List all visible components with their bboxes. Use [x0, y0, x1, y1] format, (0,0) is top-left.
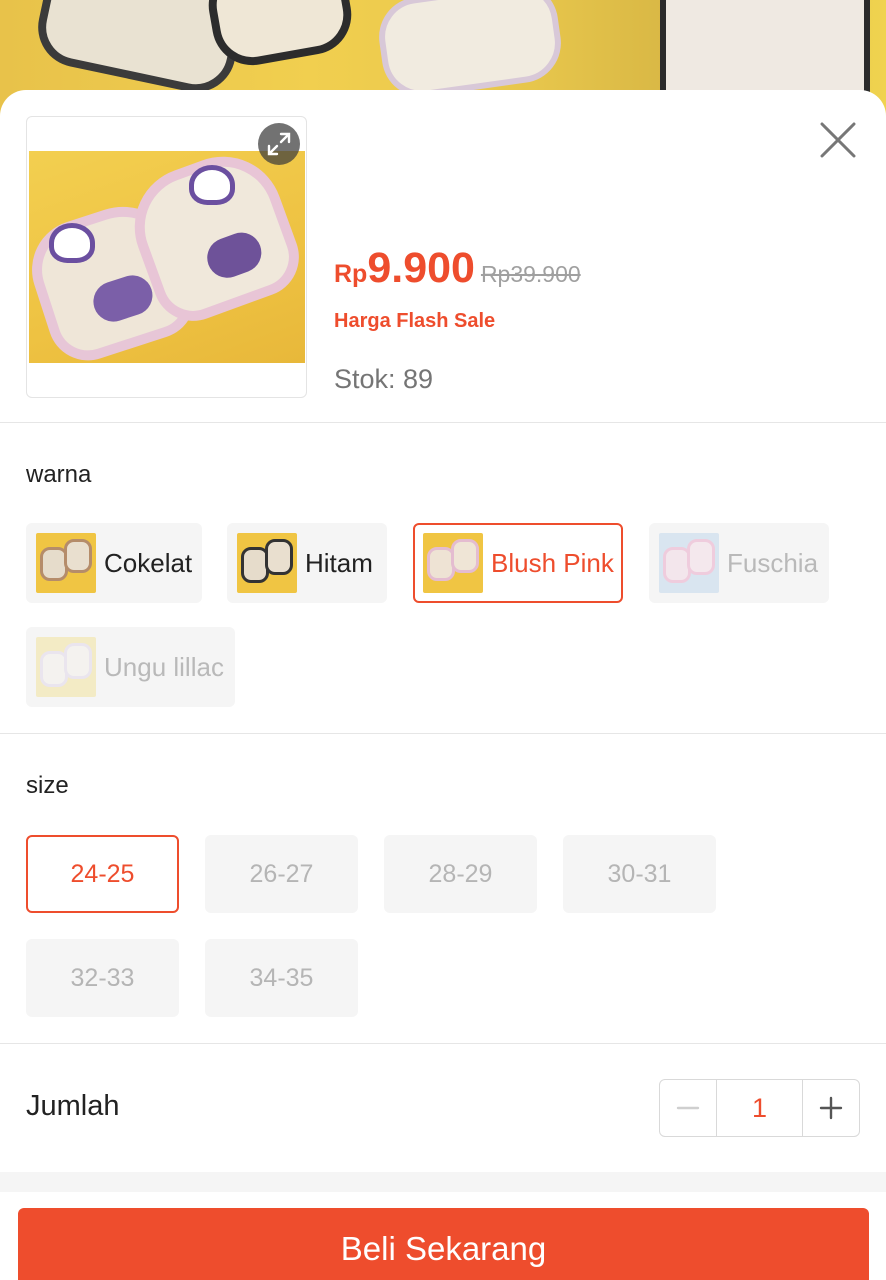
color-option-hitam[interactable]: Hitam: [227, 523, 387, 603]
stock-count: Stok: 89: [334, 364, 434, 394]
color-option-thumbnail: [36, 533, 96, 593]
size-option-30-31[interactable]: 30-31: [563, 835, 716, 913]
quantity-value[interactable]: 1: [716, 1080, 803, 1136]
expand-image-button[interactable]: [258, 123, 300, 165]
close-button[interactable]: [818, 120, 858, 160]
size-option-34-35[interactable]: 34-35: [205, 939, 358, 1017]
color-option-thumbnail: [659, 533, 719, 593]
quantity-label: Jumlah: [26, 1090, 120, 1122]
close-icon: [820, 122, 856, 158]
flash-sale-label: Harga Flash Sale: [334, 310, 496, 332]
background-shoe: [660, 0, 870, 100]
minus-icon: [676, 1106, 700, 1110]
color-option-thumbnail: [36, 637, 96, 697]
original-price: Rp39.900: [480, 261, 581, 287]
flash-sale-price: 9.900: [367, 244, 475, 292]
decrease-quantity-button[interactable]: [660, 1080, 716, 1136]
color-option-blush-pink[interactable]: Blush Pink: [413, 523, 623, 603]
color-option-fuschia[interactable]: Fuschia: [649, 523, 829, 603]
size-option-32-33[interactable]: 32-33: [26, 939, 179, 1017]
color-section-title: warna: [26, 461, 92, 488]
color-option-label: Cokelat: [104, 547, 193, 578]
color-option-thumbnail: [423, 533, 483, 593]
product-image: [29, 151, 305, 363]
color-option-label: Blush Pink: [491, 547, 614, 578]
color-variation-section: warna Cokelat Hitam Blush Pink Fuschia U…: [0, 423, 886, 734]
quantity-stepper: 1: [659, 1079, 860, 1137]
color-option-thumbnail: [237, 533, 297, 593]
increase-quantity-button[interactable]: [803, 1080, 859, 1136]
size-option-24-25[interactable]: 24-25: [26, 835, 179, 913]
expand-icon: [267, 132, 291, 156]
color-option-ungu-lillac[interactable]: Ungu lillac: [26, 627, 235, 707]
color-option-cokelat[interactable]: Cokelat: [26, 523, 202, 603]
buy-now-button[interactable]: Beli Sekarang: [18, 1208, 869, 1280]
color-option-label: Hitam: [305, 547, 373, 578]
background-shoe: [373, 0, 567, 103]
variation-bottom-sheet: Rp 9.900 Rp39.900 Harga Flash Sale Stok:…: [0, 90, 886, 1280]
color-option-label: Fuschia: [727, 547, 819, 578]
price-currency: Rp: [334, 260, 368, 288]
product-thumbnail[interactable]: [26, 116, 307, 398]
size-variation-section: size 24-25 26-27 28-29 30-31 32-33 34-35: [0, 734, 886, 1044]
footer-divider: [0, 1172, 886, 1192]
price-row: Rp 9.900 Rp39.900: [334, 244, 581, 293]
color-option-label: Ungu lillac: [104, 651, 224, 682]
sheet-header: Rp 9.900 Rp39.900 Harga Flash Sale Stok:…: [0, 90, 886, 423]
size-option-26-27[interactable]: 26-27: [205, 835, 358, 913]
quantity-section: Jumlah 1: [0, 1044, 886, 1171]
size-option-28-29[interactable]: 28-29: [384, 835, 537, 913]
plus-icon: [819, 1096, 843, 1120]
size-section-title: size: [26, 772, 69, 799]
